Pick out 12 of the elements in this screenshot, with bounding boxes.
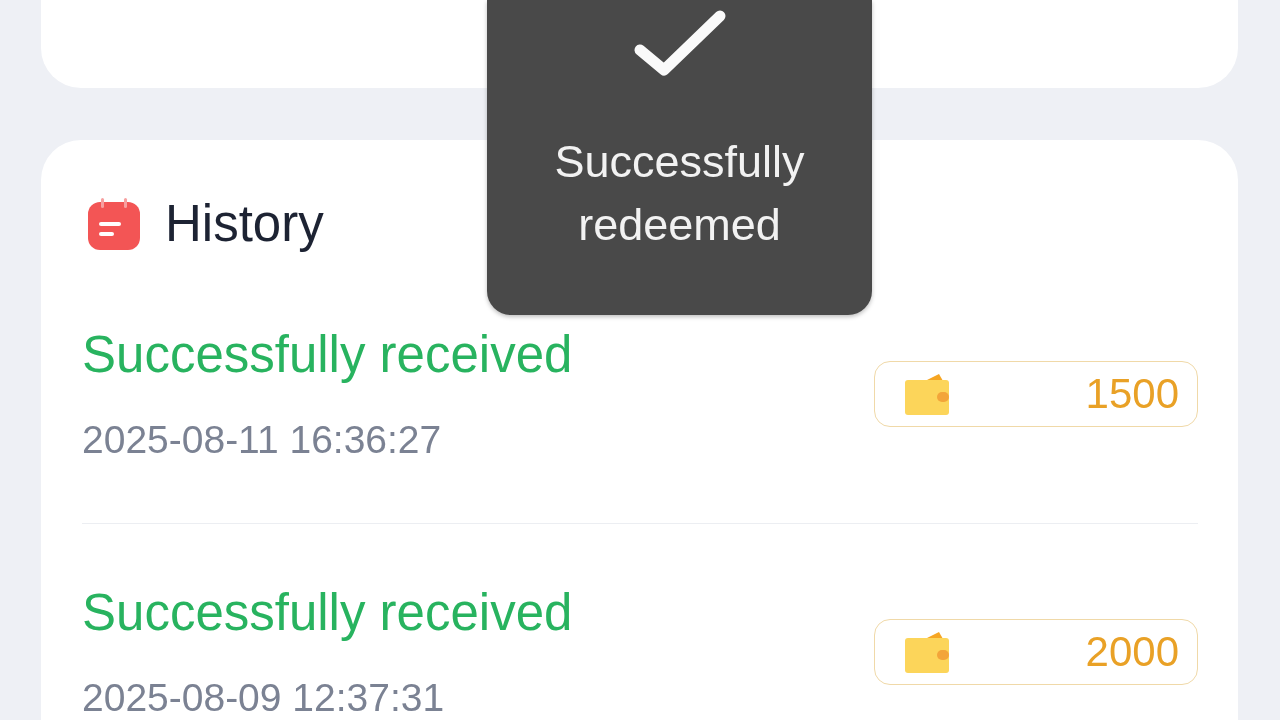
record-status: Successfully received bbox=[82, 584, 573, 642]
calendar-icon bbox=[88, 198, 140, 250]
wallet-icon bbox=[905, 630, 949, 673]
record-status: Successfully received bbox=[82, 326, 573, 384]
wallet-icon bbox=[905, 372, 949, 415]
record-time: 2025-08-09 12:37:31 bbox=[82, 676, 446, 719]
check-icon bbox=[633, 8, 726, 76]
toast-message: Successfully redeemed bbox=[553, 135, 806, 252]
section-title: History bbox=[165, 195, 324, 253]
amount-value: 2000 bbox=[1085, 630, 1179, 673]
amount-value: 1500 bbox=[1085, 372, 1179, 415]
record-time: 2025-08-11 16:36:27 bbox=[82, 418, 443, 461]
